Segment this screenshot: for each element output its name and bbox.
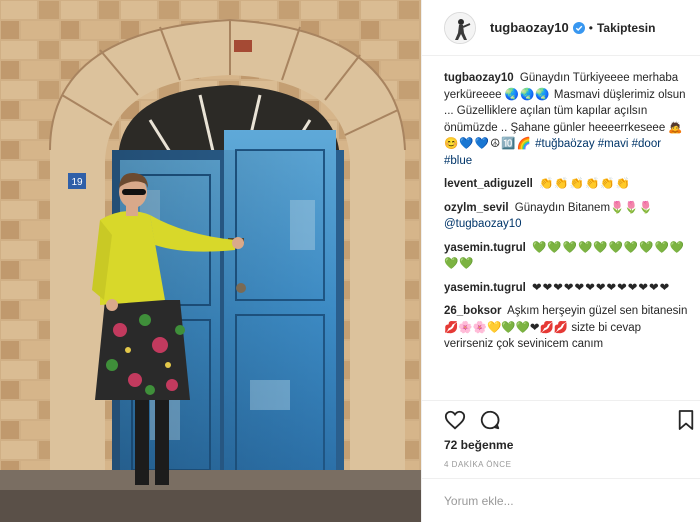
comment-mention[interactable]: @tugbaozay10: [444, 218, 522, 230]
header-username[interactable]: tugbaozay10: [490, 20, 569, 35]
comment-username[interactable]: 26_boksor: [444, 305, 502, 317]
avatar-image: [445, 12, 475, 43]
caption-emoji-1: 🌏🌏🌏: [504, 88, 551, 101]
comment-icon[interactable]: [479, 409, 501, 431]
comment-text: ❤❤❤❤❤❤❤❤❤❤❤❤❤: [532, 281, 671, 294]
list-item: levent_adiguzell 👏👏👏👏👏👏: [444, 176, 692, 193]
post-photo[interactable]: 19: [0, 0, 421, 522]
bookmark-icon[interactable]: [677, 409, 695, 431]
comment-username[interactable]: yasemin.tugrul: [444, 242, 526, 254]
list-item: yasemin.tugrul 💚💚💚💚💚💚💚💚💚💚💚💚: [444, 240, 692, 273]
caption: tugbaozay10 Günaydın Türkiyeeee merhaba …: [444, 70, 692, 169]
comment-username[interactable]: ozylm_sevil: [444, 202, 509, 214]
following-status-button[interactable]: Takiptesin: [597, 21, 655, 35]
caption-username[interactable]: tugbaozay10: [444, 72, 514, 84]
list-item: yasemin.tugrul ❤❤❤❤❤❤❤❤❤❤❤❤❤: [444, 280, 692, 297]
add-comment-bar: [422, 478, 700, 522]
likes-count[interactable]: 72 beğenme: [444, 438, 513, 452]
comment-username[interactable]: yasemin.tugrul: [444, 282, 526, 294]
verified-badge-icon: [572, 21, 585, 34]
door-number: 19: [71, 177, 83, 188]
post-sidebar: tugbaozay10 • Takiptesin tugbaozay10 Gün…: [421, 0, 700, 522]
comment-username[interactable]: levent_adiguzell: [444, 178, 533, 190]
post-header: tugbaozay10 • Takiptesin: [422, 0, 700, 56]
list-item: ozylm_sevil Günaydın Bitanem🌷🌷🌷 @tugbaoz…: [444, 200, 692, 233]
door-photo-image: 19: [0, 0, 421, 522]
comment-text: 👏👏👏👏👏👏: [539, 178, 631, 190]
heart-icon[interactable]: [444, 409, 466, 431]
post-timestamp: 4 DAKİKA ÖNCE: [444, 460, 512, 469]
header-separator: •: [588, 20, 593, 35]
comments-list: tugbaozay10 Günaydın Türkiyeeee merhaba …: [444, 70, 692, 360]
comment-text: Günaydın Bitanem🌷🌷🌷: [514, 201, 653, 214]
add-comment-input[interactable]: [444, 491, 684, 511]
action-bar: [422, 400, 700, 436]
avatar[interactable]: [444, 11, 476, 44]
list-item: 26_boksor Aşkım herşeyin güzel sen bitan…: [444, 303, 692, 353]
